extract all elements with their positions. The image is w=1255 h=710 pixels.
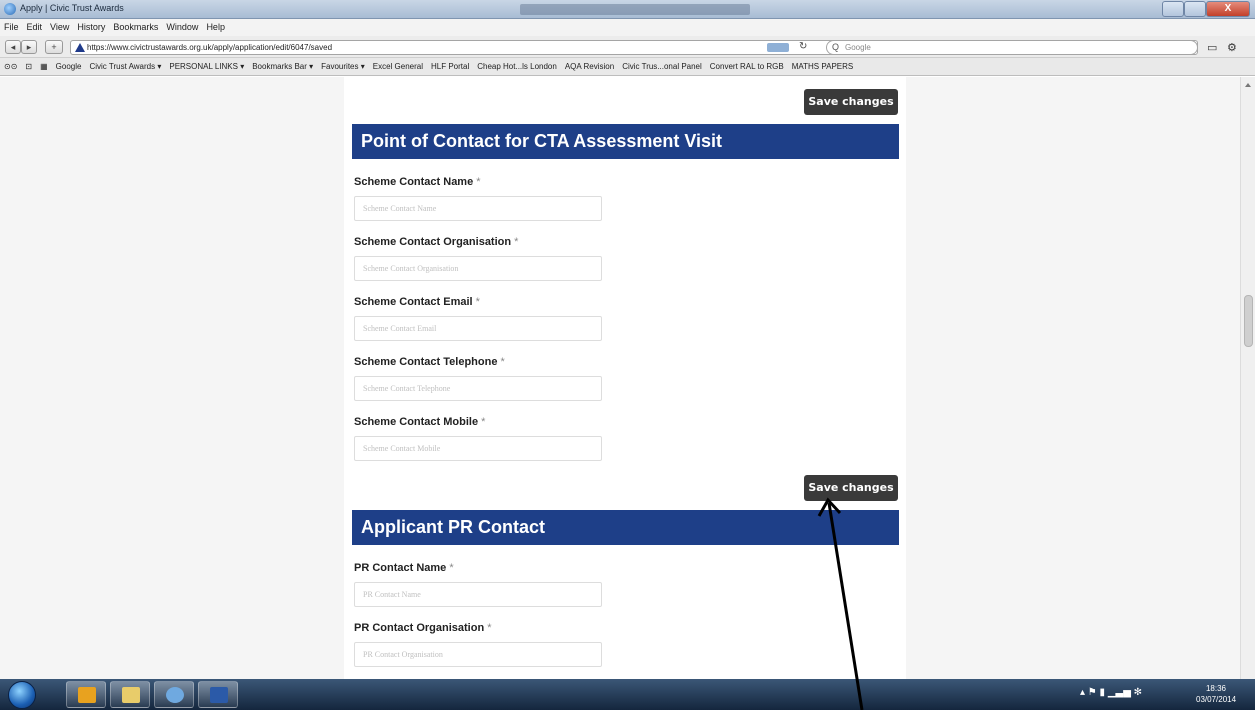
minimize-button[interactable] — [1162, 1, 1184, 17]
address-toolbar: ◂ ▸ + https://www.civictrustawards.org.u… — [0, 36, 1255, 58]
menu-bar: File Edit View History Bookmarks Window Help — [0, 19, 1255, 36]
system-tray-icons[interactable]: ▴ ⚑ ▮ ▁▃▅ ✻ — [1080, 687, 1142, 698]
field-label-pr-contact-name: PR Contact Name * — [354, 562, 454, 574]
scheme-contact-email-input[interactable]: Scheme Contact Email — [354, 316, 602, 341]
settings-gear-icon[interactable]: ⚙ — [1227, 41, 1237, 54]
add-bookmark-button[interactable]: + — [45, 40, 63, 54]
bookmark-item[interactable]: Civic Trust Awards ▾ — [85, 58, 165, 71]
field-label-pr-contact-organisation: PR Contact Organisation * — [354, 622, 492, 634]
bookmarks-bar: ⊙⊙ ⊡ ▦ Google Civic Trust Awards ▾ PERSONAL L… — [0, 58, 1255, 76]
window-titlebar: Apply | Civic Trust Awards X — [0, 0, 1255, 19]
browser-icon — [4, 3, 16, 15]
scheme-contact-telephone-input[interactable]: Scheme Contact Telephone — [354, 376, 602, 401]
maximize-button[interactable] — [1184, 1, 1206, 17]
bookmark-item[interactable]: MATHS PAPERS — [788, 58, 858, 71]
bookmark-item[interactable]: Excel General — [369, 58, 427, 71]
menu-bookmarks[interactable]: Bookmarks — [109, 19, 162, 32]
bookmark-item[interactable]: Google — [52, 58, 86, 71]
taskbar-word[interactable] — [198, 681, 238, 708]
pr-contact-name-input[interactable]: PR Contact Name — [354, 582, 602, 607]
bookmark-item[interactable]: Convert RAL to RGB — [706, 58, 788, 71]
field-label-scheme-contact-organisation: Scheme Contact Organisation * — [354, 236, 519, 248]
field-label-scheme-contact-mobile: Scheme Contact Mobile * — [354, 416, 486, 428]
bookmark-item[interactable]: Bookmarks Bar ▾ — [248, 58, 317, 71]
forward-button[interactable]: ▸ — [21, 40, 37, 54]
window-title: Apply | Civic Trust Awards — [20, 3, 124, 13]
scroll-up-arrow-icon[interactable] — [1245, 83, 1251, 87]
close-window-button[interactable]: X — [1206, 1, 1250, 17]
page-menu-icon[interactable]: ▭ — [1207, 41, 1217, 54]
bookmark-item[interactable]: Cheap Hot...ls London — [473, 58, 561, 71]
windows-taskbar: ▴ ⚑ ▮ ▁▃▅ ✻ 18:36 03/07/2014 — [0, 679, 1255, 710]
secure-site-icon — [75, 43, 85, 52]
pr-contact-organisation-input[interactable]: PR Contact Organisation — [354, 642, 602, 667]
application-form: Save changes Point of Contact for CTA As… — [344, 77, 906, 679]
folder-icon — [122, 687, 140, 703]
search-placeholder: Google — [845, 43, 871, 52]
bookmark-item[interactable]: PERSONAL LINKS ▾ — [165, 58, 248, 71]
start-button[interactable] — [8, 681, 36, 709]
scrollbar-thumb[interactable] — [1244, 295, 1253, 347]
taskbar-outlook[interactable] — [66, 681, 106, 708]
scheme-contact-mobile-input[interactable]: Scheme Contact Mobile — [354, 436, 602, 461]
save-changes-button-bottom[interactable]: Save changes — [804, 475, 898, 501]
back-button[interactable]: ◂ — [5, 40, 21, 54]
scheme-contact-organisation-input[interactable]: Scheme Contact Organisation — [354, 256, 602, 281]
top-sites-grid-icon[interactable]: ▦ — [36, 58, 52, 71]
section-header-point-of-contact: Point of Contact for CTA Assessment Visi… — [352, 124, 899, 159]
bookmark-item[interactable]: HLF Portal — [427, 58, 473, 71]
search-icon: Q — [832, 42, 840, 52]
word-icon — [210, 687, 228, 703]
taskbar-explorer[interactable] — [110, 681, 150, 708]
blurred-title-area — [520, 4, 750, 15]
clock-date: 03/07/2014 — [1196, 695, 1237, 704]
clock-time: 18:36 — [1205, 684, 1227, 693]
field-label-scheme-contact-name: Scheme Contact Name * — [354, 176, 481, 188]
menu-history[interactable]: History — [73, 19, 109, 32]
outlook-icon — [78, 687, 96, 703]
menu-help[interactable]: Help — [202, 19, 229, 32]
taskbar-clock[interactable]: 18:36 03/07/2014 — [1196, 683, 1236, 705]
scheme-contact-name-input[interactable]: Scheme Contact Name — [354, 196, 602, 221]
menu-edit[interactable]: Edit — [23, 19, 47, 32]
page-viewport: Save changes Point of Contact for CTA As… — [0, 77, 1240, 679]
bookmark-item[interactable]: AQA Revision — [561, 58, 618, 71]
search-field[interactable]: Q Google — [826, 40, 1198, 55]
bookmark-item[interactable]: Favourites ▾ — [317, 58, 369, 71]
page-scrollbar[interactable] — [1240, 77, 1255, 679]
section-header-applicant-pr-contact: Applicant PR Contact — [352, 510, 899, 545]
bookmark-item[interactable]: Civic Trus...onal Panel — [618, 58, 706, 71]
taskbar-safari[interactable] — [154, 681, 194, 708]
bookmarks-book-icon[interactable]: ⊡ — [21, 58, 36, 71]
rss-icon[interactable] — [767, 43, 789, 52]
save-changes-button-top[interactable]: Save changes — [804, 89, 898, 115]
reading-list-icon[interactable]: ⊙⊙ — [0, 58, 21, 71]
menu-window[interactable]: Window — [162, 19, 202, 32]
url-text: https://www.civictrustawards.org.uk/appl… — [87, 43, 333, 52]
safari-icon — [166, 687, 184, 703]
menu-view[interactable]: View — [46, 19, 73, 32]
reload-icon[interactable]: ↻ — [799, 41, 807, 52]
menu-file[interactable]: File — [0, 19, 23, 32]
field-label-scheme-contact-telephone: Scheme Contact Telephone * — [354, 356, 505, 368]
field-label-scheme-contact-email: Scheme Contact Email * — [354, 296, 480, 308]
